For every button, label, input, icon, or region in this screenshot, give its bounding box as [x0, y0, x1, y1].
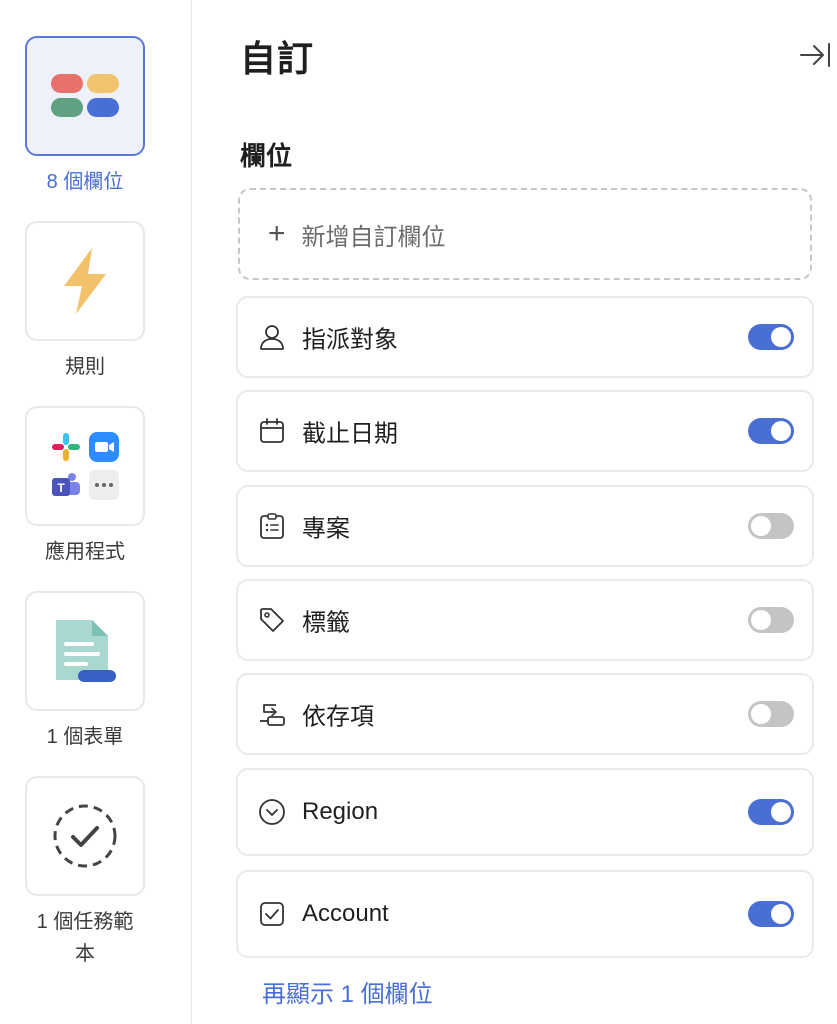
field-name: 截止日期 — [302, 420, 398, 448]
dependency-icon — [258, 700, 286, 728]
field-name: 標籤 — [302, 609, 350, 637]
calendar-icon — [258, 417, 286, 445]
checkbox-icon — [258, 900, 286, 928]
tag-icon — [258, 606, 286, 634]
lightning-bolt-icon — [64, 248, 106, 314]
task-template-icon — [53, 804, 117, 868]
show-more-fields-link[interactable]: 再顯示 1 個欄位 — [262, 974, 433, 1009]
rail-label-apps: 應用程式 — [45, 541, 125, 563]
more-apps-icon — [89, 470, 119, 500]
field-row-project[interactable]: 專案 — [236, 485, 814, 567]
panel-title: 自訂 — [240, 38, 315, 79]
field-row-region[interactable]: Region — [236, 768, 814, 856]
field-name: 專案 — [302, 515, 350, 543]
rail-item-fields[interactable] — [25, 36, 145, 156]
field-toggle[interactable] — [748, 799, 794, 825]
rail-label-forms: 1 個表單 — [46, 726, 124, 748]
collapse-panel-button[interactable] — [798, 38, 832, 72]
form-icon — [56, 620, 116, 682]
dropdown-circle-icon — [258, 798, 286, 826]
teams-icon: T — [52, 473, 80, 496]
rail-item-task-templates[interactable] — [25, 776, 145, 896]
zoom-icon — [89, 432, 119, 462]
field-toggle[interactable] — [748, 701, 794, 727]
field-toggle[interactable] — [748, 901, 794, 927]
field-toggle[interactable] — [748, 607, 794, 633]
add-custom-field-button[interactable]: + 新增自訂欄位 — [238, 188, 812, 280]
arrow-to-right-icon — [800, 43, 830, 67]
fields-icon — [51, 74, 119, 117]
field-name: Region — [302, 798, 379, 825]
field-name: 指派對象 — [302, 326, 398, 354]
field-toggle[interactable] — [748, 513, 794, 539]
rail-item-rules[interactable] — [25, 221, 145, 341]
field-row-dependencies[interactable]: 依存項 — [236, 673, 814, 755]
field-toggle[interactable] — [748, 324, 794, 350]
person-icon — [258, 323, 286, 351]
field-row-account[interactable]: Account — [236, 870, 814, 958]
section-title-fields: 欄位 — [240, 141, 293, 171]
clipboard-list-icon — [258, 512, 286, 540]
field-name: Account — [302, 900, 389, 927]
slack-icon — [52, 433, 80, 461]
rail-item-apps[interactable]: T — [25, 406, 145, 526]
rail-label-fields: 8 個欄位 — [46, 171, 124, 193]
field-row-assignee[interactable]: 指派對象 — [236, 296, 814, 378]
rail-label-task-templates: 1 個任務範 本 — [36, 911, 134, 965]
apps-icon: T — [50, 431, 120, 501]
rail-item-forms[interactable] — [25, 591, 145, 711]
left-rail: 8 個欄位 規則 T 應用程式 1 個表單 1 個任務範 本 — [0, 0, 192, 1024]
rail-label-rules: 規則 — [65, 356, 105, 378]
plus-icon: + — [268, 217, 286, 250]
add-custom-field-label: 新增自訂欄位 — [301, 223, 446, 251]
field-name: 依存項 — [302, 703, 374, 731]
field-toggle[interactable] — [748, 418, 794, 444]
svg-text:T: T — [57, 481, 65, 495]
field-row-tags[interactable]: 標籤 — [236, 579, 814, 661]
field-row-due-date[interactable]: 截止日期 — [236, 390, 814, 472]
